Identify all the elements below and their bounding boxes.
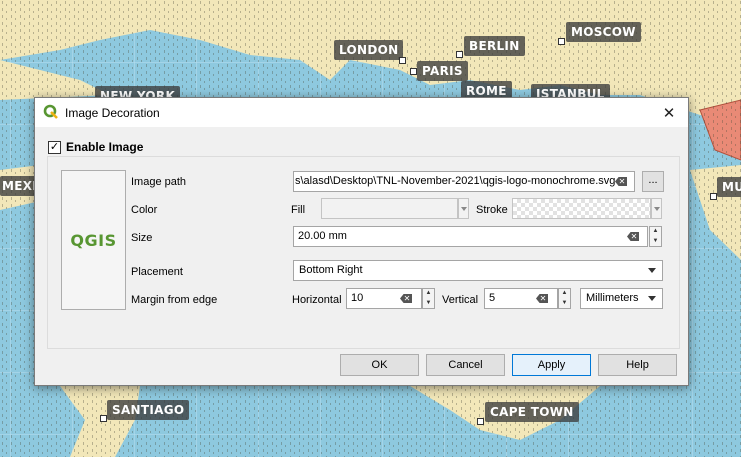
city-label-santiago: SANTIAGO [107,400,190,420]
vertical-margin-value: 5 [489,292,496,304]
apply-button[interactable]: Apply [512,354,591,376]
fill-color-dropdown[interactable] [458,198,469,219]
size-spinner[interactable]: ▲ ▼ [649,226,662,247]
horizontal-label: Horizontal [292,294,342,306]
placement-label: Placement [131,266,183,278]
city-label-cape-town: CAPE TOWN [485,402,579,422]
close-icon: ✕ [662,104,676,122]
chevron-down-icon [648,296,656,301]
enable-image-checkbox[interactable]: ✓ Enable Image [48,140,143,154]
spin-down-icon[interactable]: ▼ [559,300,570,307]
stroke-color-button[interactable] [512,198,651,219]
chevron-down-icon [648,268,656,273]
city-label-london: LONDON [334,40,404,60]
stroke-label: Stroke [476,204,508,216]
city-marker-london [399,57,406,64]
fill-label: Fill [291,204,306,216]
spin-down-icon[interactable]: ▼ [423,300,434,307]
units-select[interactable]: Millimeters [580,288,663,309]
city-marker-cape-town [477,418,484,425]
city-marker-paris [410,68,417,75]
city-label-moscow: MOSCOW [566,22,641,42]
horizontal-margin-value: 10 [351,292,364,304]
browse-button[interactable]: ... [642,171,664,192]
placement-select[interactable]: Bottom Right [293,260,663,281]
horizontal-margin-spinner[interactable]: ▲ ▼ [422,288,435,309]
spin-up-icon[interactable]: ▲ [423,290,434,297]
vertical-margin-spinner[interactable]: ▲ ▼ [558,288,571,309]
color-label: Color [131,204,158,216]
image-decoration-dialog: Image Decoration ✕ ✓ Enable Image QGIS I… [34,97,689,386]
city-label-berlin: BERLIN [464,36,525,56]
qgis-preview-logo: QGIS [70,230,117,250]
image-path-label: Image path [131,176,187,188]
spin-down-icon[interactable]: ▼ [650,238,661,245]
size-value: 20.00 mm [298,230,347,242]
size-label: Size [131,232,153,244]
city-marker-moscow [558,38,565,45]
spin-up-icon[interactable]: ▲ [559,290,570,297]
qgis-logo-icon [43,104,58,119]
city-marker-mumbai [710,193,717,200]
close-button[interactable]: ✕ [650,98,688,127]
ok-button[interactable]: OK [340,354,419,376]
stroke-color-dropdown[interactable] [651,198,662,219]
placement-value: Bottom Right [299,264,363,276]
vertical-label: Vertical [442,294,479,306]
spin-up-icon[interactable]: ▲ [650,228,661,235]
size-input[interactable]: 20.00 mm [293,226,648,247]
dialog-titlebar[interactable]: Image Decoration ✕ [35,98,688,127]
image-path-value: s\alasd\Desktop\TNL-November-2021\qgis-l… [295,175,616,187]
image-preview: QGIS [61,170,126,310]
image-path-input[interactable]: s\alasd\Desktop\TNL-November-2021\qgis-l… [293,171,635,192]
city-marker-berlin [456,51,463,58]
city-label-paris: PARIS [417,61,468,81]
cancel-button[interactable]: Cancel [426,354,505,376]
help-button[interactable]: Help [598,354,677,376]
margin-label: Margin from edge [131,294,218,306]
dialog-title: Image Decoration [65,106,160,120]
city-label-mumbai: MU [717,177,741,197]
units-value: Millimeters [586,292,639,304]
fill-color-button[interactable] [321,198,458,219]
enable-image-label: Enable Image [66,140,144,154]
checkbox-checkmark-icon[interactable]: ✓ [48,140,61,154]
city-marker-santiago [100,415,107,422]
